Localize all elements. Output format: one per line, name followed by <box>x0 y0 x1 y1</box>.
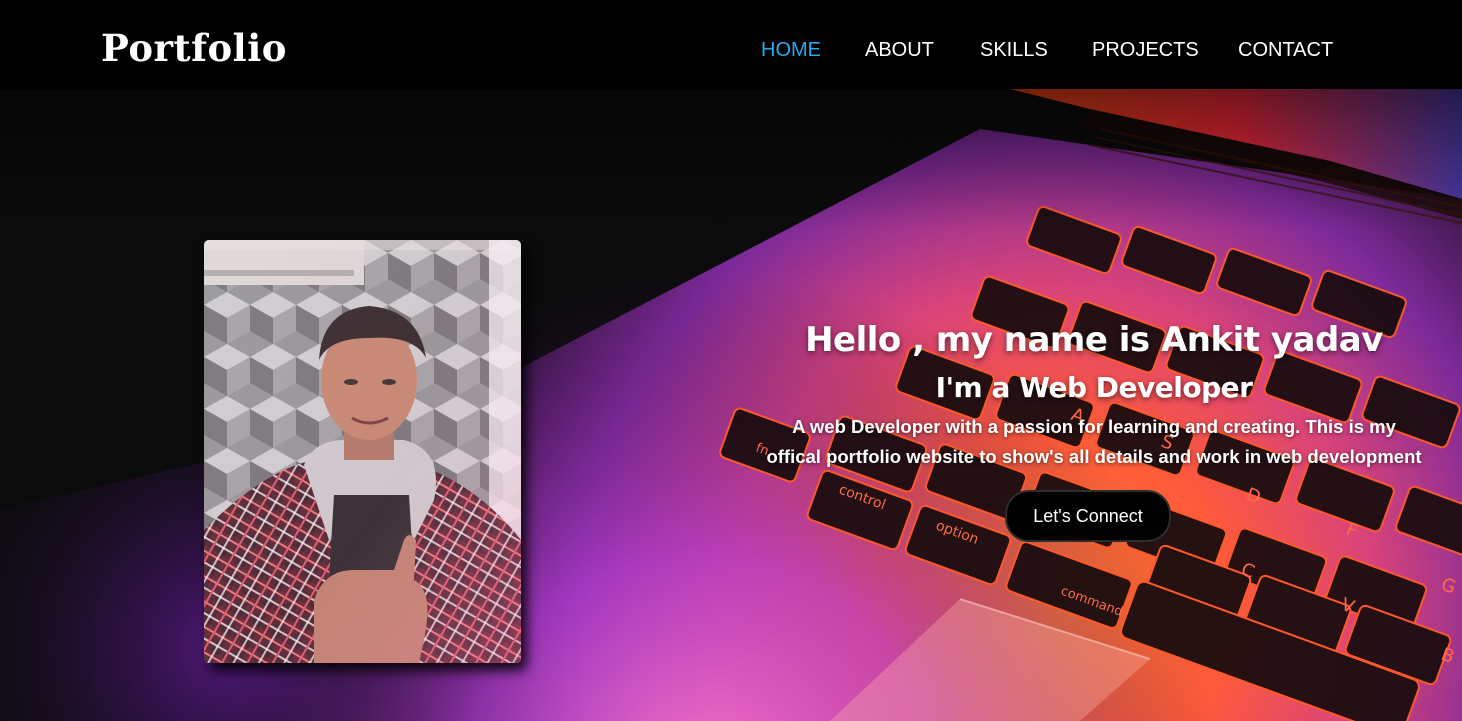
hero-title: Hello , my name is Ankit yadav <box>805 320 1383 360</box>
hero-text-block: Hello , my name is Ankit yadav I'm a Web… <box>760 318 1428 542</box>
lets-connect-button[interactable]: Let's Connect <box>1005 490 1171 542</box>
nav-menu: HOME ABOUT SKILLS PROJECTS CONTACT <box>0 39 1462 63</box>
nav-item-projects[interactable]: PROJECTS <box>1092 39 1199 61</box>
hero-description: A web Developer with a passion for learn… <box>766 416 1422 467</box>
nav-item-about[interactable]: ABOUT <box>865 39 934 61</box>
profile-photo <box>204 240 521 663</box>
nav-item-contact[interactable]: CONTACT <box>1238 39 1333 61</box>
navbar: Portfolio HOME ABOUT SKILLS PROJECTS CON… <box>0 0 1462 89</box>
hero-subtitle: I'm a Web Developer <box>935 371 1253 404</box>
nav-item-skills[interactable]: SKILLS <box>980 39 1048 61</box>
nav-item-home[interactable]: HOME <box>761 39 821 61</box>
